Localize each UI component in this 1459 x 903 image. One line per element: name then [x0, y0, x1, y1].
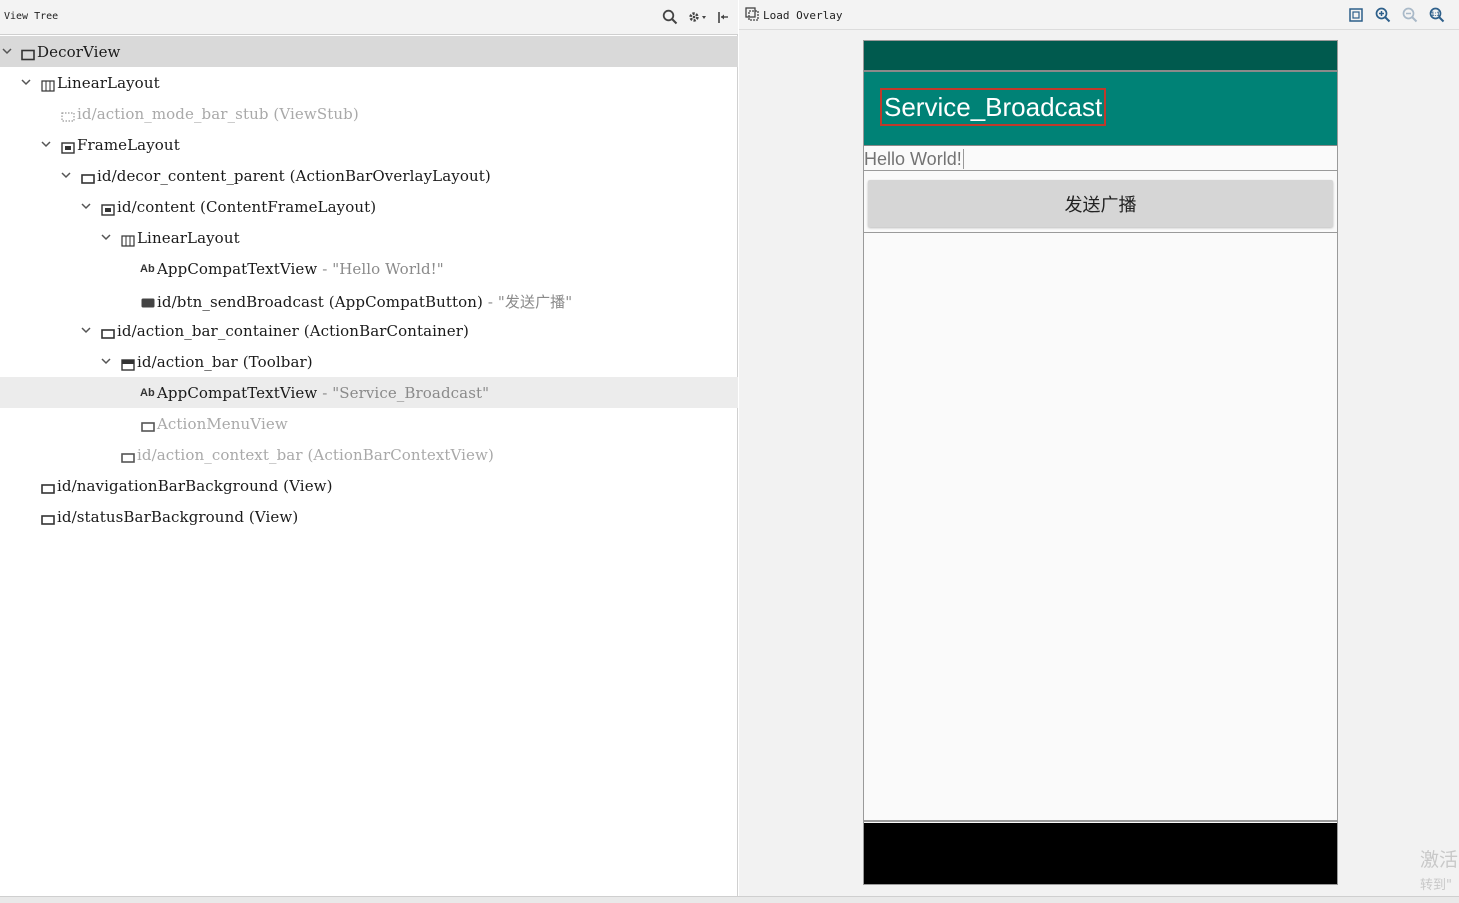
textview-icon: Ab [140, 387, 155, 399]
tree-node-label: id/action_mode_bar_stub (ViewStub) [77, 105, 359, 123]
tree-node-decorview[interactable]: DecorView [0, 36, 738, 67]
tree-node-label: id/navigationBarBackground (View) [57, 477, 333, 495]
tree-node-action-menu-view[interactable]: ActionMenuView [0, 408, 738, 439]
view-icon [41, 511, 55, 525]
load-overlay-label: Load Overlay [763, 8, 843, 22]
tree-node-action-mode-bar-stub[interactable]: id/action_mode_bar_stub (ViewStub) [0, 98, 738, 129]
bottom-status-strip [0, 896, 1459, 903]
device-screen-preview: Service_Broadcast Hello World! 发送广播 [863, 40, 1338, 885]
tree-node-action-context-bar[interactable]: id/action_context_bar (ActionBarContextV… [0, 439, 738, 470]
tree-node-label: id/statusBarBackground (View) [57, 508, 299, 526]
tree-node-label: ActionMenuView [157, 415, 288, 433]
app-toolbar[interactable]: Service_Broadcast [864, 70, 1337, 146]
tree-node-framelayout[interactable]: FrameLayout [0, 129, 738, 160]
tree-node-navigation-bar-background[interactable]: id/navigationBarBackground (View) [0, 470, 738, 501]
chevron-down-icon[interactable] [80, 324, 92, 336]
tree-node-label: LinearLayout [137, 229, 240, 247]
tree-node-label: AppCompatTextView - "Service_Broadcast" [157, 384, 490, 402]
status-bar [864, 41, 1337, 70]
fit-screen-icon[interactable] [1347, 6, 1365, 24]
watermark-line-1: 激活 [1420, 849, 1459, 871]
tree-node-decor-content-parent[interactable]: id/decor_content_parent (ActionBarOverla… [0, 160, 738, 191]
tree-node-linearlayout[interactable]: LinearLayout [0, 67, 738, 98]
view-tree-panel: View Tree DecorView LinearLayout id/acti… [0, 0, 738, 896]
chevron-down-icon[interactable] [40, 138, 52, 150]
send-broadcast-container: 发送广播 [864, 171, 1337, 233]
zoom-actual-icon[interactable]: 1:1 [1428, 6, 1446, 24]
tree-node-content[interactable]: id/content (ContentFrameLayout) [0, 191, 738, 222]
watermark-line-2: 转到" [1420, 878, 1452, 893]
svg-text:1:1: 1:1 [1431, 12, 1440, 18]
toolbar-title[interactable]: Service_Broadcast [880, 88, 1107, 126]
tree-node-linearlayout-inner[interactable]: LinearLayout [0, 222, 738, 253]
framelayout-icon [101, 201, 115, 216]
hello-world-text[interactable]: Hello World! [864, 148, 1337, 171]
chevron-down-icon[interactable] [100, 231, 112, 243]
search-icon[interactable] [661, 8, 679, 26]
tree-node-label: DecorView [37, 43, 121, 61]
tree-node-status-bar-background[interactable]: id/statusBarBackground (View) [0, 501, 738, 532]
view-icon [81, 170, 95, 184]
framelayout-icon [61, 139, 75, 154]
linear-layout-icon [41, 77, 55, 92]
content-area: Hello World! 发送广播 [864, 146, 1337, 822]
tree-node-title-textview[interactable]: Ab AppCompatTextView - "Service_Broadcas… [0, 377, 738, 408]
send-broadcast-button[interactable]: 发送广播 [868, 180, 1333, 227]
hello-world-label: Hello World! [864, 149, 964, 169]
toolbar-icon [121, 356, 135, 371]
tree-node-label: id/btn_sendBroadcast (AppCompatButton) -… [157, 293, 573, 311]
tree-node-action-bar-container[interactable]: id/action_bar_container (ActionBarContai… [0, 315, 738, 346]
view-icon [121, 449, 135, 463]
overlay-icon [745, 6, 759, 25]
tree-node-btn-sendbroadcast[interactable]: id/btn_sendBroadcast (AppCompatButton) -… [0, 284, 738, 315]
tree-node-label: id/action_context_bar (ActionBarContextV… [137, 446, 494, 464]
linear-layout-icon [121, 232, 135, 247]
textview-icon: Ab [140, 263, 155, 275]
tree-node-label: id/action_bar (Toolbar) [137, 353, 313, 371]
zoom-out-icon[interactable] [1401, 6, 1419, 24]
tree-node-label: AppCompatTextView - "Hello World!" [157, 260, 444, 278]
tree-node-action-bar[interactable]: id/action_bar (Toolbar) [0, 346, 738, 377]
view-icon [141, 418, 155, 432]
view-icon [41, 480, 55, 494]
activation-watermark: 激活 转到" [1420, 845, 1459, 893]
chevron-down-icon[interactable] [80, 200, 92, 212]
preview-header: Load Overlay 1:1 [739, 0, 1459, 30]
preview-panel: Load Overlay 1:1 Service_Broadcast Hello… [739, 0, 1459, 896]
chevron-down-icon[interactable] [1, 45, 13, 57]
chevron-down-icon[interactable] [60, 169, 72, 181]
tree-node-label: LinearLayout [57, 74, 160, 92]
tree-node-hello-textview[interactable]: Ab AppCompatTextView - "Hello World!" [0, 253, 738, 284]
load-overlay-button[interactable]: Load Overlay [745, 6, 842, 24]
chevron-down-icon[interactable] [20, 76, 32, 88]
view-icon [101, 325, 115, 339]
view-tree-header: View Tree [0, 0, 738, 35]
tree-node-label: id/decor_content_parent (ActionBarOverla… [97, 167, 491, 185]
pin-icon[interactable] [714, 8, 732, 26]
view-tree-title: View Tree [4, 11, 59, 22]
chevron-down-icon[interactable] [100, 355, 112, 367]
frame-icon [21, 46, 35, 61]
tree-node-label: FrameLayout [77, 136, 180, 154]
button-icon [141, 294, 155, 308]
tree-node-label: id/content (ContentFrameLayout) [117, 198, 377, 216]
viewstub-icon [61, 108, 75, 122]
gear-icon[interactable] [687, 8, 709, 26]
zoom-in-icon[interactable] [1374, 6, 1392, 24]
tree-node-label: id/action_bar_container (ActionBarContai… [117, 322, 469, 340]
navigation-bar [864, 823, 1337, 884]
